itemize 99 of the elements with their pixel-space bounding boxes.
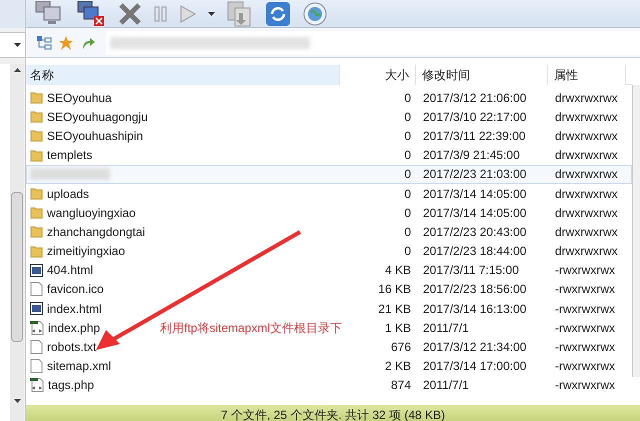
file-size: 676: [390, 340, 411, 354]
file-attributes: drwxrwxrwx: [555, 186, 618, 201]
caret-icon[interactable]: [208, 12, 215, 16]
php-file-icon: [30, 320, 44, 335]
file-size: 0: [404, 186, 411, 201]
modified-time: 2017/3/11 7:15:00: [423, 263, 519, 278]
file-name: SEOyouhua: [47, 90, 112, 107]
caret-icon: [14, 43, 21, 47]
modified-time: 2017/3/14 14:05:00: [423, 206, 526, 220]
file-size: 0: [404, 206, 411, 220]
file-attributes: drwxrwxrwx: [555, 128, 618, 143]
file-size: 0: [404, 224, 411, 239]
file-icon: [30, 340, 43, 354]
file-name: SEOyouhuagongju: [47, 108, 148, 126]
file-attributes: drwxrwxrwx: [555, 148, 618, 162]
file-name: 404.html: [47, 262, 94, 280]
scroll-thumb[interactable]: [11, 192, 23, 342]
file-attributes: -rwxrwxrwx: [555, 359, 615, 374]
folder-icon: [30, 129, 43, 142]
file-attributes: -rwxrwxrwx: [555, 340, 615, 354]
close-icon[interactable]: [118, 2, 142, 26]
file-attributes: drwxrwxrwx: [555, 244, 618, 258]
tree-icon[interactable]: [36, 34, 52, 50]
annotation-text: 利用ftp将sitemapxml文件根目录下: [160, 320, 342, 337]
column-header[interactable]: 修改时间: [416, 65, 548, 85]
file-size: 0: [404, 90, 411, 105]
folder-icon: [30, 187, 43, 200]
refresh-icon[interactable]: [265, 0, 291, 26]
disconnect-icon[interactable]: [76, 0, 106, 26]
play-icon[interactable]: [180, 4, 196, 22]
scroll-down-icon: [14, 399, 20, 403]
file-size: 0: [404, 167, 411, 182]
file-attributes: -rwxrwxrwx: [555, 282, 615, 296]
column-header[interactable]: 名称: [26, 65, 340, 85]
file-attributes: drwxrwxrwx: [555, 110, 618, 124]
scroll-up-icon: [14, 68, 20, 72]
modified-time: 2017/2/23 20:43:00: [423, 224, 526, 239]
file-name: favicon.ico: [47, 281, 104, 298]
file-icon: [30, 282, 43, 296]
folder-icon: [30, 148, 43, 162]
file-size: 4 KB: [384, 263, 411, 278]
globe-icon[interactable]: [303, 2, 327, 26]
modified-time: 2011/7/1: [423, 320, 469, 335]
modified-time: 2017/3/9 21:45:00: [423, 148, 520, 162]
file-size: 874: [390, 378, 411, 392]
file-size: 16 KB: [378, 282, 411, 296]
modified-time: 2017/3/11 22:39:00: [423, 128, 526, 143]
file-icon: [30, 359, 43, 374]
file-size: 21 KB: [378, 302, 411, 316]
file-size: 2 KB: [384, 359, 411, 374]
file-name: wangluoyingxiao: [47, 204, 136, 222]
modified-time: 2017/3/12 21:34:00: [423, 340, 526, 354]
folder-icon: [30, 225, 43, 238]
file-name: robots.txt: [47, 339, 96, 356]
folder-icon: [30, 206, 43, 220]
drive-dropdown[interactable]: [0, 32, 25, 58]
file-attributes: drwxrwxrwx: [555, 224, 618, 239]
file-name: SEOyouhuashipin: [47, 128, 144, 145]
file-attributes: drwxrwxrwx: [555, 206, 618, 220]
file-name: index.html: [47, 300, 102, 318]
html-file-icon: [30, 302, 43, 316]
file-name: sitemap.xml: [47, 358, 112, 376]
file-attributes: -rwxrwxrwx: [555, 263, 615, 278]
folder-icon: [30, 244, 43, 258]
file-attributes: drwxrwxrwx: [555, 167, 618, 182]
copy-icon[interactable]: [227, 0, 253, 26]
file-size: 0: [404, 128, 411, 143]
modified-time: 2017/2/23 18:56:00: [423, 282, 526, 296]
modified-time: 2017/3/14 16:13:00: [423, 302, 526, 316]
column-header[interactable]: 属性: [548, 65, 626, 85]
folder-icon: [30, 91, 43, 104]
file-size: 0: [404, 244, 411, 258]
file-size: 0: [404, 110, 411, 124]
selected-file-row[interactable]: 0 2017/2/23 21:03:00 drwxrwxrwx: [26, 164, 632, 184]
file-name: zhanchangdongtai: [47, 224, 146, 241]
modified-time: 2017/2/23 21:03:00: [423, 167, 526, 182]
file-attributes: drwxrwxrwx: [555, 90, 618, 105]
file-name: uploads: [47, 186, 90, 203]
modified-time: 2011/7/1: [423, 378, 469, 392]
html-file-icon: [30, 264, 43, 277]
folder-icon: [30, 110, 43, 124]
php-file-icon: [30, 378, 44, 392]
column-header[interactable]: 大小: [340, 65, 416, 85]
file-name: index.php: [48, 320, 100, 337]
star-icon[interactable]: [58, 34, 74, 50]
modified-time: 2017/3/10 22:17:00: [423, 110, 526, 124]
file-name: zimeitiyingxiao: [47, 243, 126, 260]
modified-time: 2017/3/14 14:05:00: [423, 186, 526, 201]
file-attributes: -rwxrwxrwx: [555, 378, 615, 392]
file-name: tags.php: [48, 377, 94, 394]
pause-icon[interactable]: [154, 6, 168, 22]
file-size: 0: [404, 148, 411, 162]
modified-time: 2017/3/14 17:00:00: [423, 359, 526, 374]
modified-time: 2017/2/23 18:44:00: [423, 244, 526, 258]
file-size: 1 KB: [384, 320, 411, 335]
file-name: templets: [47, 147, 92, 164]
file-attributes: -rwxrwxrwx: [555, 320, 615, 335]
file-attributes: -rwxrwxrwx: [555, 302, 615, 316]
modified-time: 2017/3/12 21:06:00: [423, 90, 526, 105]
